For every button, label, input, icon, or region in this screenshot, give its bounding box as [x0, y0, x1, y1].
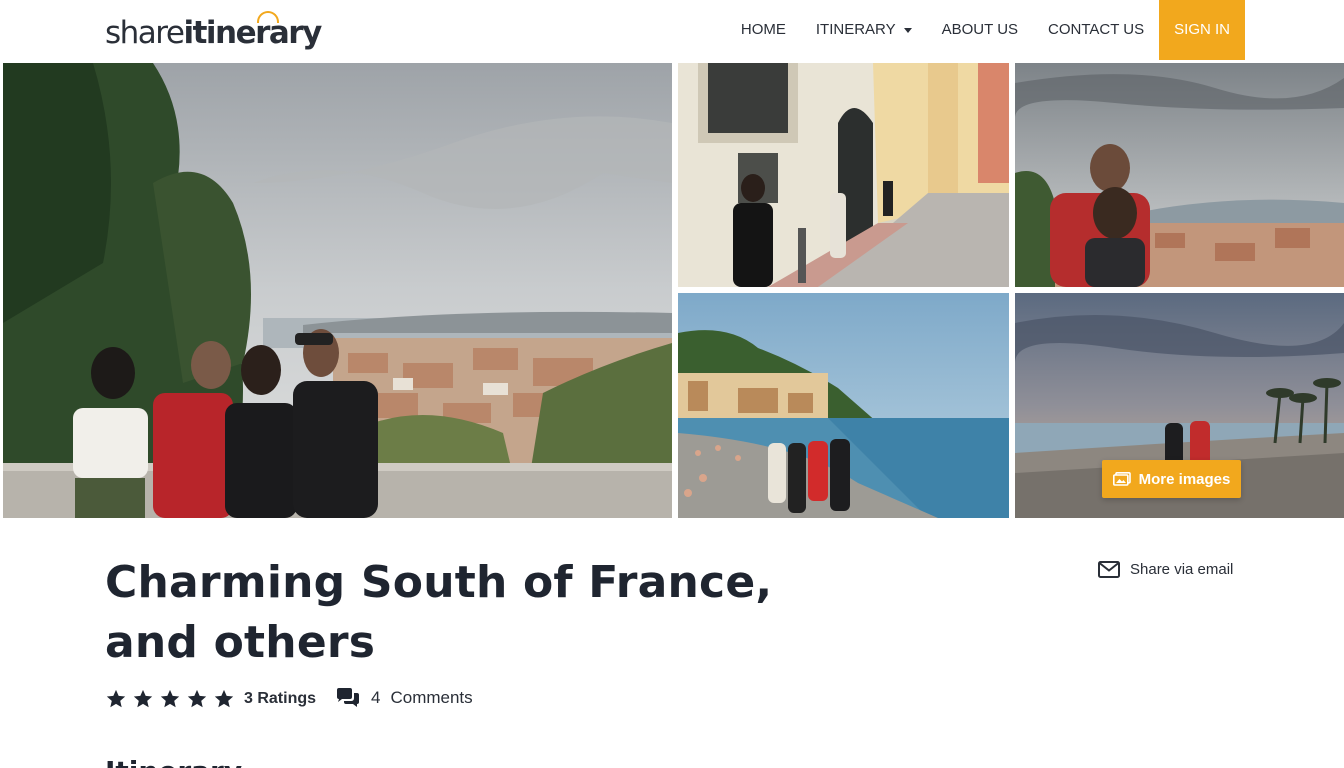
star-icon[interactable]	[132, 688, 154, 710]
share-via-email-link[interactable]: Share via email	[1098, 561, 1233, 578]
gallery-photo-couple[interactable]	[1015, 63, 1344, 287]
comments-label: Comments	[390, 688, 473, 707]
share-via-email-label: Share via email	[1130, 561, 1234, 578]
nav-about-us[interactable]: ABOUT US	[927, 0, 1033, 60]
nav-contact-us[interactable]: CONTACT US	[1033, 0, 1159, 60]
envelope-icon	[1098, 561, 1120, 578]
gallery-photo-street[interactable]	[678, 63, 1009, 287]
nav-itinerary[interactable]: ITINERARY	[801, 0, 927, 60]
site-logo[interactable]: shareitinerary	[105, 11, 322, 52]
more-images-label: More images	[1138, 470, 1231, 488]
ratings-count-link[interactable]: 3 Ratings	[244, 690, 316, 708]
images-icon	[1112, 472, 1131, 486]
site-header: shareitinerary HOME ITINERARY ABOUT US C…	[0, 0, 1344, 62]
logo-arc-icon	[257, 11, 280, 23]
logo-text-itinerary: itinerary	[183, 11, 322, 51]
page-title: Charming South of France, and others	[105, 557, 773, 668]
star-icon[interactable]	[186, 688, 208, 710]
comments-icon	[337, 688, 359, 707]
rating-summary: 3 Ratings	[105, 688, 316, 710]
more-images-button[interactable]: More images	[1102, 460, 1241, 498]
photo-gallery: More images	[0, 63, 1344, 518]
star-icon[interactable]	[159, 688, 181, 710]
comments-count: 4	[371, 688, 381, 707]
caret-down-icon	[903, 27, 912, 33]
itinerary-section-heading: Itinerary	[105, 752, 242, 768]
star-icon[interactable]	[105, 688, 127, 710]
logo-text-share: share	[105, 15, 185, 51]
comments-link[interactable]: 4 Comments	[335, 688, 473, 708]
main-nav: HOME ITINERARY ABOUT US CONTACT US SIGN …	[726, 0, 1245, 60]
nav-home[interactable]: HOME	[726, 0, 801, 60]
nav-itinerary-label: ITINERARY	[815, 21, 896, 38]
sign-in-button[interactable]: SIGN IN	[1159, 0, 1245, 60]
gallery-photo-main[interactable]	[3, 63, 672, 518]
gallery-photo-beach[interactable]	[678, 293, 1009, 518]
star-icon[interactable]	[213, 688, 235, 710]
